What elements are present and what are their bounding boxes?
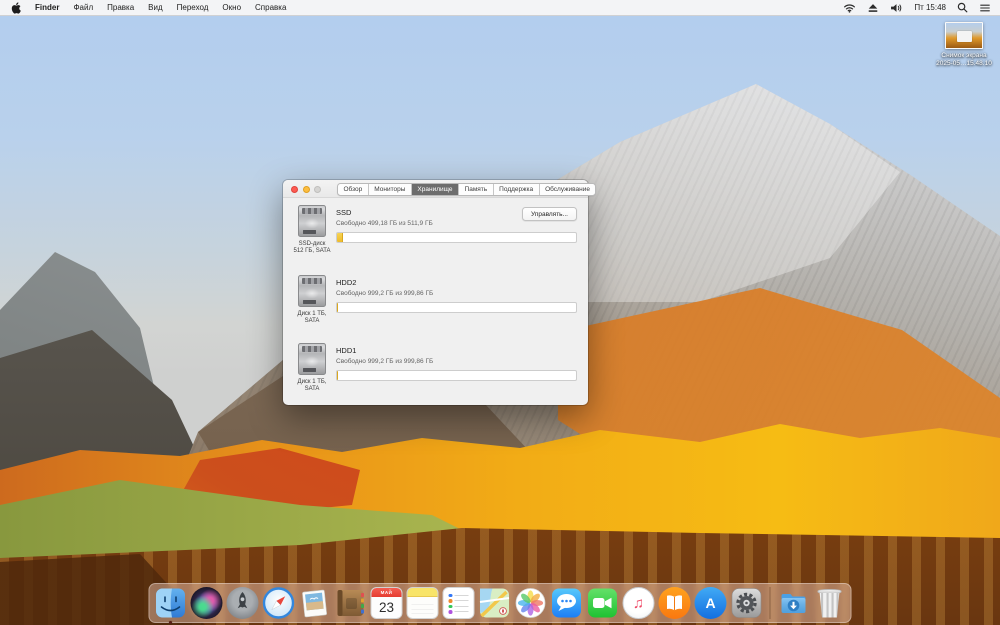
reminders-icon[interactable] (442, 587, 475, 619)
storage-usage-bar (336, 301, 577, 313)
drive-name: HDD1 (336, 346, 357, 355)
close-button[interactable] (291, 185, 298, 193)
calendar-day: 23 (378, 600, 395, 615)
calendar-icon[interactable]: МАЙ 23 (370, 587, 403, 619)
facetime-icon[interactable] (587, 587, 619, 619)
storage-used-segment (337, 232, 343, 242)
eject-icon[interactable] (867, 3, 879, 13)
calendar-month: МАЙ (371, 588, 402, 597)
menu-bar-clock[interactable]: Пт 15:48 (914, 3, 946, 12)
notes-icon[interactable] (406, 587, 439, 619)
wifi-icon[interactable] (843, 3, 856, 13)
tab-service[interactable]: Обслуживание (540, 184, 596, 195)
drive-name: HDD2 (336, 278, 357, 287)
menu-item-file[interactable]: Файл (73, 3, 93, 12)
apple-menu-icon[interactable] (11, 1, 21, 14)
maps-icon[interactable] (479, 587, 511, 619)
spotlight-icon[interactable] (957, 2, 968, 13)
drive-free-space: Свободно 999,2 ГБ из 999,86 ГБ (336, 358, 434, 365)
menu-item-help[interactable]: Справка (255, 3, 286, 12)
downloads-folder-icon[interactable] (778, 587, 810, 619)
storage-usage-bar (336, 231, 577, 243)
zoom-button[interactable] (314, 185, 321, 193)
window-tab-bar: Обзор Мониторы Хранилище Память Поддержк… (337, 182, 597, 196)
messages-icon[interactable] (551, 587, 583, 619)
tab-memory[interactable]: Память (459, 183, 494, 195)
menu-item-edit[interactable]: Правка (107, 3, 134, 12)
drive-row-ssd: SSD-диск 512 ГБ, SATA SSD Свободно 499,1… (283, 205, 588, 271)
desktop-file-screenshot[interactable]: Снимок экрана 2025-05…15.48.10 (931, 22, 997, 68)
storage-used-segment (337, 302, 338, 312)
dock: МАЙ 23 ♫ A (148, 583, 852, 624)
dock-separator (769, 587, 771, 619)
drive-free-space: Свободно 499,18 ГБ из 511,9 ГБ (336, 220, 433, 227)
screenshot-thumbnail[interactable] (945, 22, 983, 49)
launchpad-icon[interactable] (226, 587, 259, 619)
menu-item-view[interactable]: Вид (148, 3, 162, 12)
file-label-line1: Снимок экрана (941, 52, 987, 59)
system-preferences-icon[interactable] (731, 587, 763, 619)
desktop: Finder Файл Правка Вид Переход Окно Спра… (0, 0, 1000, 625)
menu-item-go[interactable]: Переход (177, 3, 209, 12)
notification-center-icon[interactable] (979, 3, 991, 13)
tab-storage[interactable]: Хранилище (411, 183, 460, 195)
itunes-icon[interactable]: ♫ (622, 587, 655, 619)
app-store-icon[interactable]: A (694, 587, 727, 619)
finder-icon[interactable] (155, 587, 187, 624)
volume-icon[interactable] (890, 3, 903, 13)
tab-displays[interactable]: Мониторы (369, 183, 412, 195)
menu-item-finder[interactable]: Finder (35, 3, 59, 12)
drive-caption: Диск 1 ТБ, SATA (297, 311, 327, 324)
contacts-icon[interactable] (335, 587, 367, 619)
drive-row-hdd2: Диск 1 ТБ, SATA HDD2 Свободно 999,2 ГБ и… (283, 275, 588, 341)
menu-bar: Finder Файл Правка Вид Переход Окно Спра… (0, 0, 1000, 16)
storage-usage-bar (336, 369, 577, 381)
file-label-line2: 2025-05…15.48.10 (936, 60, 992, 67)
drive-free-space: Свободно 999,2 ГБ из 999,86 ГБ (336, 290, 434, 297)
drive-row-hdd1: Диск 1 ТБ, SATA HDD1 Свободно 999,2 ГБ и… (283, 343, 588, 409)
tab-overview[interactable]: Обзор (338, 183, 369, 195)
safari-icon[interactable] (262, 587, 295, 619)
manage-button[interactable]: Управлять... (522, 207, 577, 221)
storage-used-segment (337, 370, 338, 380)
minimize-button[interactable] (302, 185, 310, 193)
running-indicator (169, 621, 172, 624)
about-this-mac-window: Обзор Мониторы Хранилище Память Поддержк… (283, 180, 597, 405)
tab-support[interactable]: Поддержка (494, 183, 540, 195)
preview-icon[interactable] (299, 587, 331, 619)
hard-drive-icon (298, 275, 326, 307)
photos-icon[interactable] (515, 587, 547, 619)
trash-icon[interactable] (814, 587, 846, 619)
ibooks-icon[interactable] (658, 587, 691, 619)
window-titlebar[interactable]: Обзор Мониторы Хранилище Память Поддержк… (283, 180, 597, 198)
menu-item-window[interactable]: Окно (222, 3, 241, 12)
siri-icon[interactable] (190, 587, 223, 619)
hard-drive-icon (298, 343, 326, 375)
drive-caption: SSD-диск 512 ГБ, SATA (293, 241, 331, 254)
drive-caption: Диск 1 ТБ, SATA (297, 379, 327, 392)
hard-drive-icon (298, 205, 326, 237)
